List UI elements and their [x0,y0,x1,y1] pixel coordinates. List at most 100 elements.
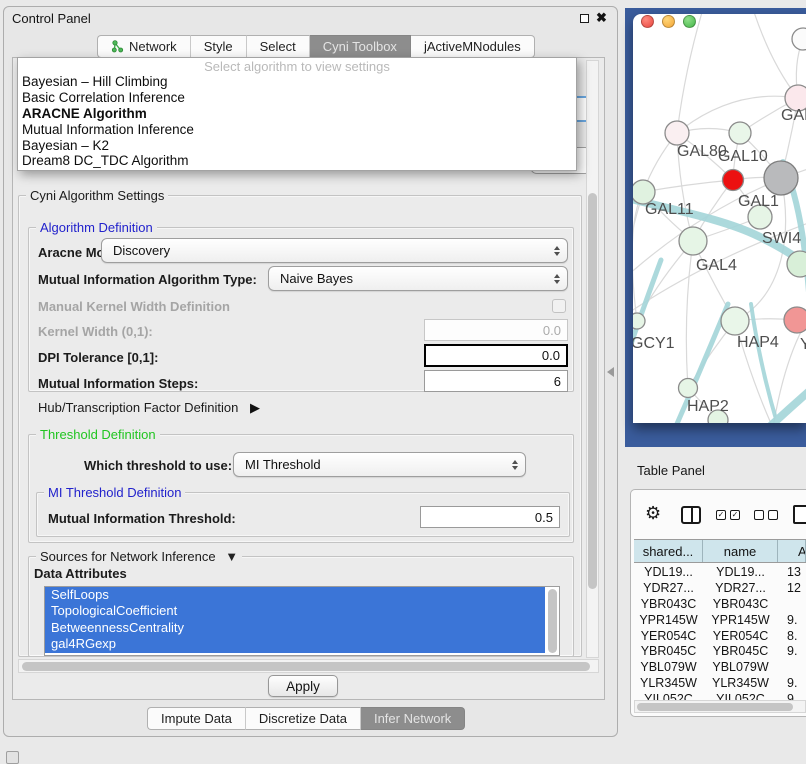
dpi-tolerance-field[interactable]: 0.0 [424,344,568,367]
tab-jactivemnodules[interactable]: jActiveMNodules [411,35,535,58]
kernel-width-label: Kernel Width (0,1): [38,324,153,339]
table-horizontal-scrollbar[interactable] [634,700,806,713]
collapsed-panel-icon[interactable] [6,751,19,764]
tab-infer-network[interactable]: Infer Network [361,707,465,730]
splitter-collapse-arrow[interactable] [607,367,614,377]
node-label: Y [800,336,806,353]
table-row[interactable]: YDL19... YDL19... 13 [634,564,806,580]
tab-select[interactable]: Select [247,35,310,58]
mi-steps-field[interactable]: 6 [424,370,568,392]
aracne-mode-combobox[interactable]: Discovery [101,238,568,263]
mi-threshold-field[interactable]: 0.5 [420,506,560,528]
unchecked-box-icon [768,510,778,520]
mi-type-combobox[interactable]: Naive Bayes [268,266,568,291]
dpi-tolerance-label: DPI Tolerance [0,1]: [38,350,158,365]
table-row[interactable]: YPR145W YPR145W 9. [634,612,806,628]
select-all-columns-icon[interactable]: ✓ ✓ [716,510,740,520]
gear-icon[interactable]: ⚙ [645,504,661,522]
node-gal80[interactable] [665,121,689,145]
list-scrollbar-thumb[interactable] [548,589,557,653]
mi-type-value: Naive Bayes [280,271,353,286]
node-label: GAL4 [696,257,737,274]
tab-impute-data[interactable]: Impute Data [147,707,246,730]
column-layout-icon[interactable] [681,506,701,524]
desktop: Control Panel ✖ Cyni Algorithm Settings … [0,0,806,762]
node-label: GAL11 [645,201,694,218]
table-row[interactable]: YER054C YER054C 8. [634,628,806,644]
node-label: GCY1 [633,335,675,352]
file-icon[interactable] [793,505,806,524]
network-canvas[interactable]: GAL GAL80 GAL10 GAL1 GAL11 GAL4 SWI4 GCY… [633,14,806,423]
checked-box-icon: ✓ [716,510,726,520]
list-item[interactable]: SelfLoops [45,587,545,603]
minimize-traffic-light-icon[interactable] [662,15,675,28]
node-gal4[interactable] [679,227,707,255]
table-row[interactable]: YLR345W YLR345W 9. [634,675,806,691]
settings-horizontal-scrollbar[interactable] [18,659,599,673]
settings-vertical-scrollbar-thumb[interactable] [588,193,597,589]
node-gal10[interactable] [729,122,751,144]
node-hap2[interactable] [679,379,698,398]
sources-toggle[interactable]: Sources for Network Inference ▼ [36,549,242,564]
settings-vertical-scrollbar[interactable] [586,60,599,658]
table-row[interactable]: YBL079W YBL079W [634,659,806,675]
node-selected-red[interactable] [723,170,744,191]
cyni-algorithm-settings-title: Cyni Algorithm Settings [26,188,168,203]
table-row[interactable]: YBR043C YBR043C [634,596,806,612]
list-item[interactable]: TopologicalCoefficient [45,603,545,619]
float-window-icon[interactable] [580,14,589,23]
table-row[interactable]: YDR27... YDR27... 12 [634,580,806,596]
close-traffic-light-icon[interactable] [641,15,654,28]
window-title: Control Panel [12,11,91,26]
close-icon[interactable]: ✖ [596,10,607,26]
tab-cyni-toolbox[interactable]: Cyni Toolbox [310,35,411,58]
network-window: GAL GAL80 GAL10 GAL1 GAL11 GAL4 SWI4 GCY… [633,14,806,423]
popup-item[interactable]: Bayesian – Hill Climbing [18,74,576,90]
deselect-all-columns-icon[interactable] [754,510,778,520]
node-label: HAP4 [737,334,779,351]
node-gray[interactable] [764,161,798,195]
manual-kernel-checkbox [552,299,566,313]
window-traffic-lights [641,15,696,28]
node-label: GAL10 [718,148,768,165]
cyni-bottom-tabbar: Impute Data Discretize Data Infer Networ… [147,707,465,730]
column-header-shared-name[interactable]: shared... [634,540,703,562]
popup-item[interactable]: Bayesian – K2 [18,138,576,154]
popup-item[interactable]: Basic Correlation Inference [18,90,576,106]
node-swi4[interactable] [787,251,806,277]
tab-network[interactable]: Network [97,35,191,58]
column-header-partial[interactable]: A [778,540,806,562]
list-item[interactable]: BetweennessCentrality [45,620,545,636]
column-header-name[interactable]: name [703,540,778,562]
which-threshold-value: MI Threshold [245,457,321,472]
which-threshold-label: Which threshold to use: [84,458,232,473]
node[interactable] [792,28,806,50]
data-attributes-list[interactable]: SelfLoops TopologicalCoefficient Between… [44,586,560,656]
which-threshold-combobox[interactable]: MI Threshold [233,452,526,477]
table-body: YDL19... YDL19... 13 YDR27... YDR27... 1… [634,564,806,702]
list-item[interactable]: gal4RGexp [45,636,545,652]
expanded-arrow-icon: ▼ [225,549,238,564]
threshold-definition-title: Threshold Definition [36,427,160,442]
table-horizontal-scrollbar-thumb[interactable] [637,703,793,711]
apply-button[interactable]: Apply [268,675,338,697]
node-hap4[interactable] [721,307,749,335]
node-label: GAL [781,107,806,124]
zoom-traffic-light-icon[interactable] [683,15,696,28]
popup-item[interactable]: Dream8 DC_TDC Algorithm [18,153,576,169]
tab-style[interactable]: Style [191,35,247,58]
table-row[interactable]: YBR045C YBR045C 9. [634,643,806,659]
mi-threshold-label: Mutual Information Threshold: [48,511,236,526]
data-attributes-label: Data Attributes [34,566,127,581]
tab-discretize-data[interactable]: Discretize Data [246,707,361,730]
kernel-width-field: 0.0 [424,319,568,341]
node-gcy1[interactable] [633,313,645,329]
popup-item-selected[interactable]: ARACNE Algorithm [18,106,576,122]
network-icon [111,40,124,53]
popup-item[interactable]: Mutual Information Inference [18,122,576,138]
mi-steps-label: Mutual Information Steps: [38,376,198,391]
node-salmon[interactable] [784,307,806,333]
settings-horizontal-scrollbar-thumb[interactable] [22,662,590,671]
hub-definition-toggle[interactable]: Hub/Transcription Factor Definition ▶ [38,400,260,416]
collapsed-arrow-icon: ▶ [250,400,260,415]
